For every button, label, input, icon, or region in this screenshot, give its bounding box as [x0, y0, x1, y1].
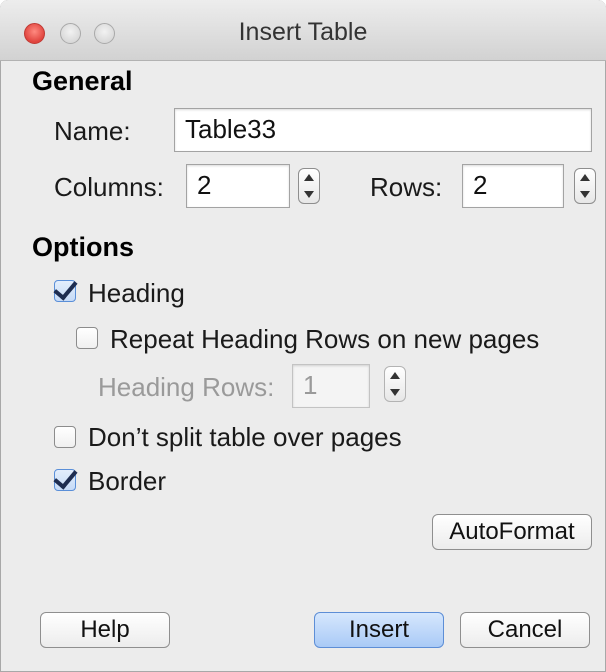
insert-table-dialog: Insert Table General Name: Table33 Colum… — [0, 0, 606, 672]
window-title: Insert Table — [238, 18, 368, 46]
border-checkbox-label: Border — [88, 466, 167, 496]
cancel-button[interactable]: Cancel — [460, 612, 590, 648]
columns-field[interactable]: 2 — [186, 164, 290, 208]
checkmark-icon — [53, 464, 78, 490]
name-label: Name: — [54, 116, 131, 146]
stepper-up-icon — [580, 174, 590, 181]
title-bar: Insert Table — [0, 0, 606, 61]
stepper-down-icon — [580, 191, 590, 198]
heading-rows-field[interactable]: 1 — [292, 364, 370, 408]
heading-checkbox-label: Heading — [88, 278, 185, 308]
rows-label: Rows: — [370, 172, 443, 202]
name-field[interactable]: Table33 — [174, 108, 592, 152]
border-checkbox[interactable] — [53, 464, 78, 491]
repeat-heading-checkbox[interactable] — [76, 327, 98, 349]
stepper-up-icon — [304, 174, 314, 181]
options-section-heading: Options — [32, 232, 134, 262]
heading-rows-stepper[interactable] — [384, 366, 406, 402]
checkmark-icon — [53, 275, 78, 301]
help-button[interactable]: Help — [40, 612, 170, 648]
dont-split-checkbox[interactable] — [54, 426, 76, 448]
columns-label: Columns: — [54, 172, 164, 202]
columns-stepper[interactable] — [298, 168, 320, 204]
heading-rows-label: Heading Rows: — [98, 372, 275, 402]
insert-button[interactable]: Insert — [314, 612, 444, 648]
general-section-heading: General — [32, 66, 133, 96]
repeat-heading-checkbox-label: Repeat Heading Rows on new pages — [110, 324, 540, 354]
heading-checkbox[interactable] — [53, 275, 78, 302]
autoformat-button[interactable]: AutoFormat — [432, 514, 592, 550]
dont-split-checkbox-label: Don’t split table over pages — [88, 422, 402, 452]
stepper-down-icon — [390, 389, 400, 396]
stepper-up-icon — [390, 372, 400, 379]
stepper-down-icon — [304, 191, 314, 198]
rows-stepper[interactable] — [574, 168, 596, 204]
rows-field[interactable]: 2 — [462, 164, 564, 208]
